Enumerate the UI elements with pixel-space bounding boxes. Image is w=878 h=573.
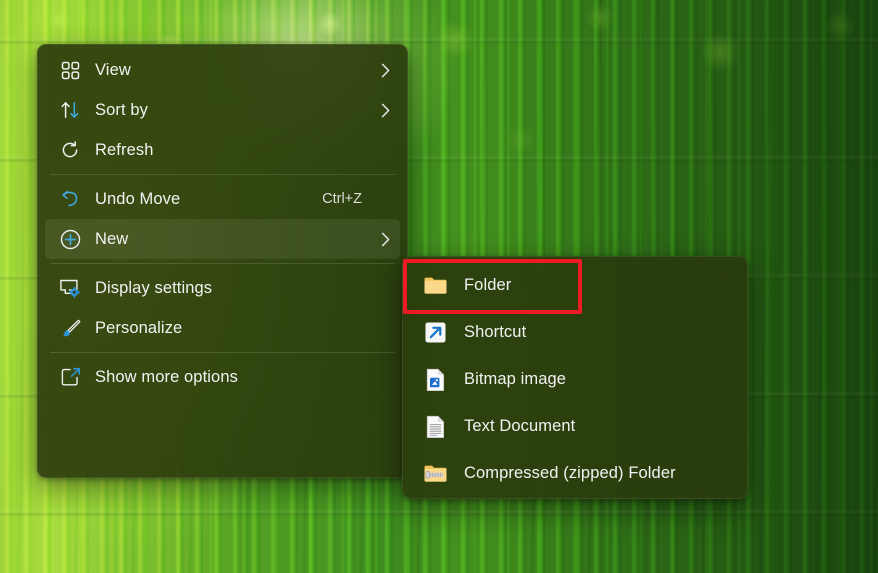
- menu-item-refresh[interactable]: Refresh: [45, 130, 400, 170]
- menu-separator: [50, 263, 395, 264]
- sort-arrows-icon: [57, 97, 83, 123]
- menu-item-new[interactable]: New: [45, 219, 400, 259]
- menu-separator: [50, 352, 395, 353]
- paintbrush-icon: [57, 315, 83, 341]
- submenu-item-label: Folder: [464, 276, 734, 295]
- chevron-right-icon: [378, 103, 394, 118]
- submenu-item-label: Text Document: [464, 417, 734, 436]
- menu-item-sort-by[interactable]: Sort by: [45, 90, 400, 130]
- plus-circle-icon: [57, 226, 83, 252]
- submenu-item-bitmap-image[interactable]: Bitmap image: [410, 356, 740, 403]
- submenu-item-compressed-folder[interactable]: Compressed (zipped) Folder: [410, 450, 740, 497]
- menu-item-view[interactable]: View: [45, 50, 400, 90]
- new-submenu[interactable]: Folder Shortcut: [402, 256, 748, 499]
- menu-item-label: Refresh: [95, 141, 378, 160]
- zipped-folder-icon: [422, 461, 448, 487]
- folder-icon: [422, 273, 448, 299]
- menu-item-show-more-options[interactable]: Show more options: [45, 357, 400, 397]
- submenu-item-folder[interactable]: Folder: [410, 262, 740, 309]
- menu-item-display-settings[interactable]: Display settings: [45, 268, 400, 308]
- menu-item-undo-move[interactable]: Undo Move Ctrl+Z: [45, 179, 400, 219]
- submenu-item-shortcut[interactable]: Shortcut: [410, 309, 740, 356]
- menu-item-label: New: [95, 230, 378, 249]
- chevron-right-icon: [378, 232, 394, 247]
- menu-item-label: Sort by: [95, 101, 378, 120]
- menu-item-label: Display settings: [95, 279, 378, 298]
- menu-item-accelerator: Ctrl+Z: [322, 191, 362, 207]
- grid-view-icon: [57, 57, 83, 83]
- desktop-context-menu[interactable]: View Sort by: [37, 44, 408, 478]
- text-document-icon: [422, 414, 448, 440]
- submenu-item-text-document[interactable]: Text Document: [410, 403, 740, 450]
- submenu-item-label: Shortcut: [464, 323, 734, 342]
- desktop-screen: View Sort by: [0, 0, 878, 573]
- chevron-right-icon: [378, 63, 394, 78]
- expand-arrow-icon: [57, 364, 83, 390]
- refresh-icon: [57, 137, 83, 163]
- shortcut-icon: [422, 320, 448, 346]
- submenu-item-label: Bitmap image: [464, 370, 734, 389]
- menu-item-label: Undo Move: [95, 190, 322, 209]
- menu-separator: [50, 174, 395, 175]
- menu-item-label: View: [95, 61, 378, 80]
- menu-item-personalize[interactable]: Personalize: [45, 308, 400, 348]
- undo-icon: [57, 186, 83, 212]
- bitmap-image-icon: [422, 367, 448, 393]
- monitor-gear-icon: [57, 275, 83, 301]
- submenu-item-label: Compressed (zipped) Folder: [464, 464, 734, 483]
- menu-item-label: Show more options: [95, 368, 378, 387]
- menu-item-label: Personalize: [95, 319, 378, 338]
